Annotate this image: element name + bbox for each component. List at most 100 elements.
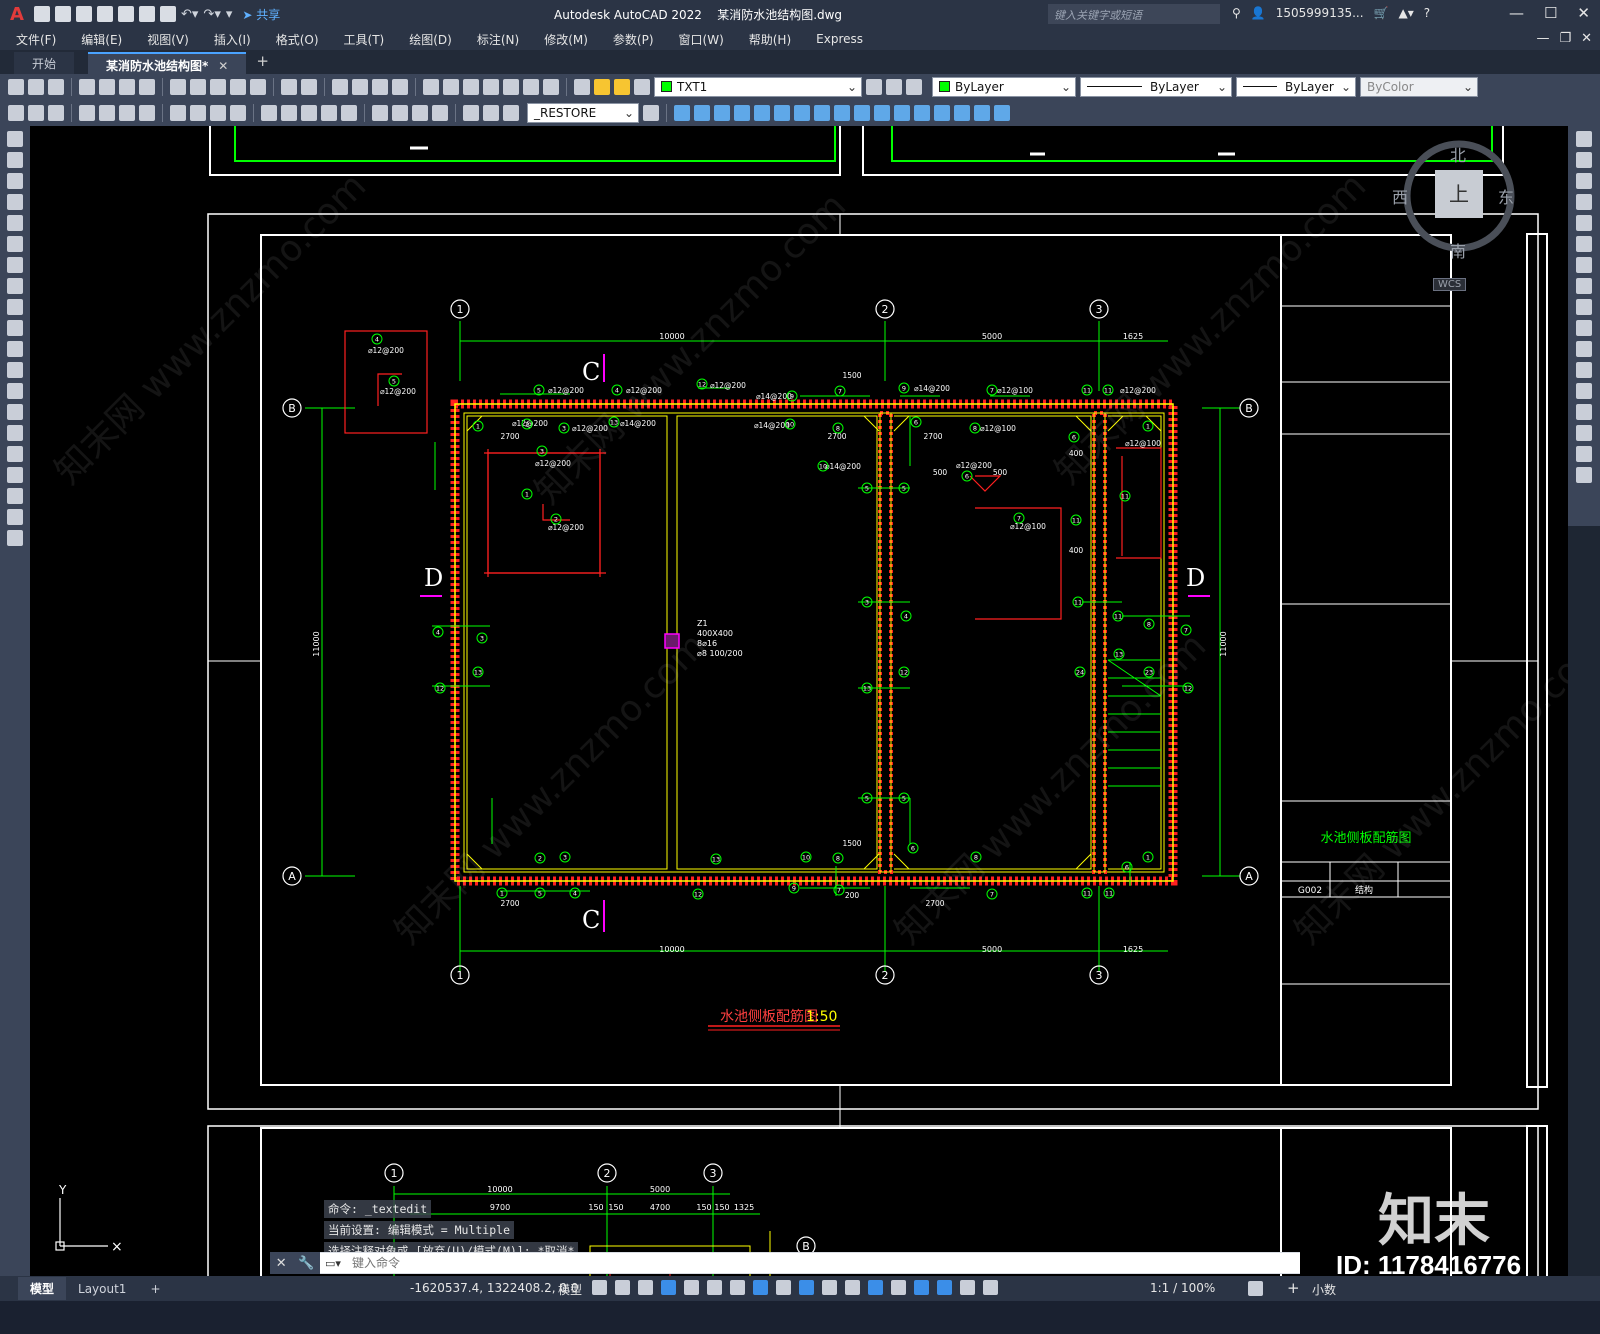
- menu-edit[interactable]: 编辑(E): [81, 31, 122, 48]
- linear-dim-icon[interactable]: [79, 104, 95, 121]
- cut-icon[interactable]: [170, 78, 186, 95]
- erase-icon[interactable]: [1576, 131, 1592, 147]
- menu-insert[interactable]: 插入(I): [214, 31, 251, 48]
- tool-palettes-icon[interactable]: [463, 78, 479, 95]
- paste-icon[interactable]: [210, 78, 226, 95]
- auto-scale-icon[interactable]: [960, 1280, 975, 1295]
- ellipse-arc-icon[interactable]: [7, 341, 23, 357]
- dim-text-edit-icon[interactable]: [483, 104, 499, 121]
- lineweight-icon[interactable]: [776, 1280, 791, 1295]
- doc-restore-icon[interactable]: ❐: [1559, 31, 1571, 46]
- offset-icon[interactable]: [1576, 194, 1592, 210]
- isodraft-icon[interactable]: [707, 1280, 722, 1295]
- maximize-icon[interactable]: ☐: [1544, 4, 1557, 22]
- intersect-icon[interactable]: [934, 104, 950, 121]
- dynamic-ucs-icon[interactable]: [868, 1280, 883, 1295]
- web-open-icon[interactable]: [118, 6, 134, 22]
- wedge-icon[interactable]: [694, 104, 710, 121]
- arc-icon[interactable]: [7, 236, 23, 252]
- jogged-icon[interactable]: [190, 104, 206, 121]
- layer-walk-icon[interactable]: [906, 78, 922, 95]
- ortho-icon[interactable]: [661, 1280, 676, 1295]
- linetype-dropdown[interactable]: ByLayer ⌄: [1080, 76, 1232, 97]
- add-selected-icon[interactable]: [7, 530, 23, 546]
- chamfer-icon[interactable]: [1576, 404, 1592, 420]
- lineweight-dropdown[interactable]: ByLayer ⌄: [1236, 76, 1356, 97]
- menu-format[interactable]: 格式(O): [276, 31, 319, 48]
- arc-length-icon[interactable]: [119, 104, 135, 121]
- point-icon[interactable]: [7, 404, 23, 420]
- center-mark-icon[interactable]: [392, 104, 408, 121]
- construction-line-icon[interactable]: [7, 152, 23, 168]
- scale-icon[interactable]: [1576, 278, 1592, 294]
- tab-model[interactable]: 模型: [18, 1277, 67, 1300]
- selection-filter-icon[interactable]: [891, 1280, 906, 1295]
- tab-close-icon[interactable]: ✕: [218, 59, 228, 73]
- add-icon[interactable]: +: [1287, 1279, 1300, 1297]
- new-tab-button[interactable]: +: [246, 52, 279, 74]
- stretch-icon[interactable]: [1576, 299, 1592, 315]
- mirror-icon[interactable]: [48, 104, 64, 121]
- tolerance-icon[interactable]: [372, 104, 388, 121]
- gradient-icon[interactable]: [7, 446, 23, 462]
- sheet-set-icon[interactable]: [483, 78, 499, 95]
- viewcube-east[interactable]: 东: [1498, 184, 1514, 208]
- redo-icon[interactable]: [301, 78, 317, 95]
- grid-icon[interactable]: [592, 1280, 607, 1295]
- tab-layout1[interactable]: Layout1: [66, 1279, 138, 1299]
- aligned-dim-icon[interactable]: [99, 104, 115, 121]
- cart-icon[interactable]: 🛒: [1374, 6, 1389, 20]
- quick-dim-icon[interactable]: [261, 104, 277, 121]
- viewcube[interactable]: 北 西 东 南 上 WCS: [1392, 138, 1525, 298]
- circle-icon[interactable]: [7, 257, 23, 273]
- zoom-window-icon[interactable]: [372, 78, 388, 95]
- help-icon[interactable]: ?: [1424, 6, 1430, 20]
- ordinate-icon[interactable]: [139, 104, 155, 121]
- plot-icon[interactable]: [160, 6, 176, 22]
- menu-tools[interactable]: 工具(T): [344, 31, 385, 48]
- polar-icon[interactable]: [684, 1280, 699, 1295]
- sphere-icon[interactable]: [734, 104, 750, 121]
- command-prompt-icon[interactable]: ▭▾: [320, 1253, 346, 1273]
- hatch-icon[interactable]: [7, 425, 23, 441]
- web-save-icon[interactable]: [139, 6, 155, 22]
- annotation-scale[interactable]: 1:1 / 100%: [1150, 1281, 1215, 1295]
- layer-properties-icon[interactable]: [574, 78, 590, 95]
- new-file-icon[interactable]: [34, 6, 50, 22]
- search-input[interactable]: 键入关键字或短语: [1048, 4, 1220, 24]
- pyramid-icon[interactable]: [794, 104, 810, 121]
- redo-icon[interactable]: ↷▾: [203, 7, 220, 22]
- minimize-icon[interactable]: —: [1509, 4, 1524, 22]
- baseline-icon[interactable]: [281, 104, 297, 121]
- layer-previous-icon[interactable]: [886, 78, 902, 95]
- properties-icon[interactable]: [423, 78, 439, 95]
- blend-icon[interactable]: [1576, 446, 1592, 462]
- menu-dimension[interactable]: 标注(N): [477, 31, 519, 48]
- calculator-icon[interactable]: [523, 78, 539, 95]
- menu-express[interactable]: Express: [816, 32, 863, 46]
- torus-icon[interactable]: [774, 104, 790, 121]
- copy-icon[interactable]: [190, 78, 206, 95]
- copy-icon[interactable]: [1576, 152, 1592, 168]
- extend-icon[interactable]: [1576, 341, 1592, 357]
- annotation-scale-icon[interactable]: [983, 1280, 998, 1295]
- menu-window[interactable]: 窗口(W): [679, 31, 724, 48]
- workspace-gear-icon[interactable]: [1248, 1281, 1263, 1296]
- viewcube-top-face[interactable]: 上: [1435, 170, 1483, 218]
- break-icon[interactable]: [341, 104, 357, 121]
- snap-icon[interactable]: [615, 1280, 630, 1295]
- menu-draw[interactable]: 绘图(D): [409, 31, 452, 48]
- dimstyle-dropdown[interactable]: _RESTORE ⌄: [527, 102, 639, 123]
- menu-parametric[interactable]: 参数(P): [613, 31, 654, 48]
- rotate-icon[interactable]: [1576, 257, 1592, 273]
- dim-edit-icon[interactable]: [463, 104, 479, 121]
- 3d-dwf-icon[interactable]: [139, 78, 155, 95]
- menu-file[interactable]: 文件(F): [16, 31, 56, 48]
- cylinder-icon[interactable]: [754, 104, 770, 121]
- share-button[interactable]: ➤ 共享: [242, 6, 280, 23]
- erase-icon[interactable]: [8, 104, 24, 121]
- save-icon[interactable]: [48, 78, 64, 95]
- customize-icon[interactable]: 🔧: [298, 1256, 314, 1271]
- autocad-logo-icon[interactable]: A: [0, 0, 34, 28]
- menu-view[interactable]: 视图(V): [147, 31, 189, 48]
